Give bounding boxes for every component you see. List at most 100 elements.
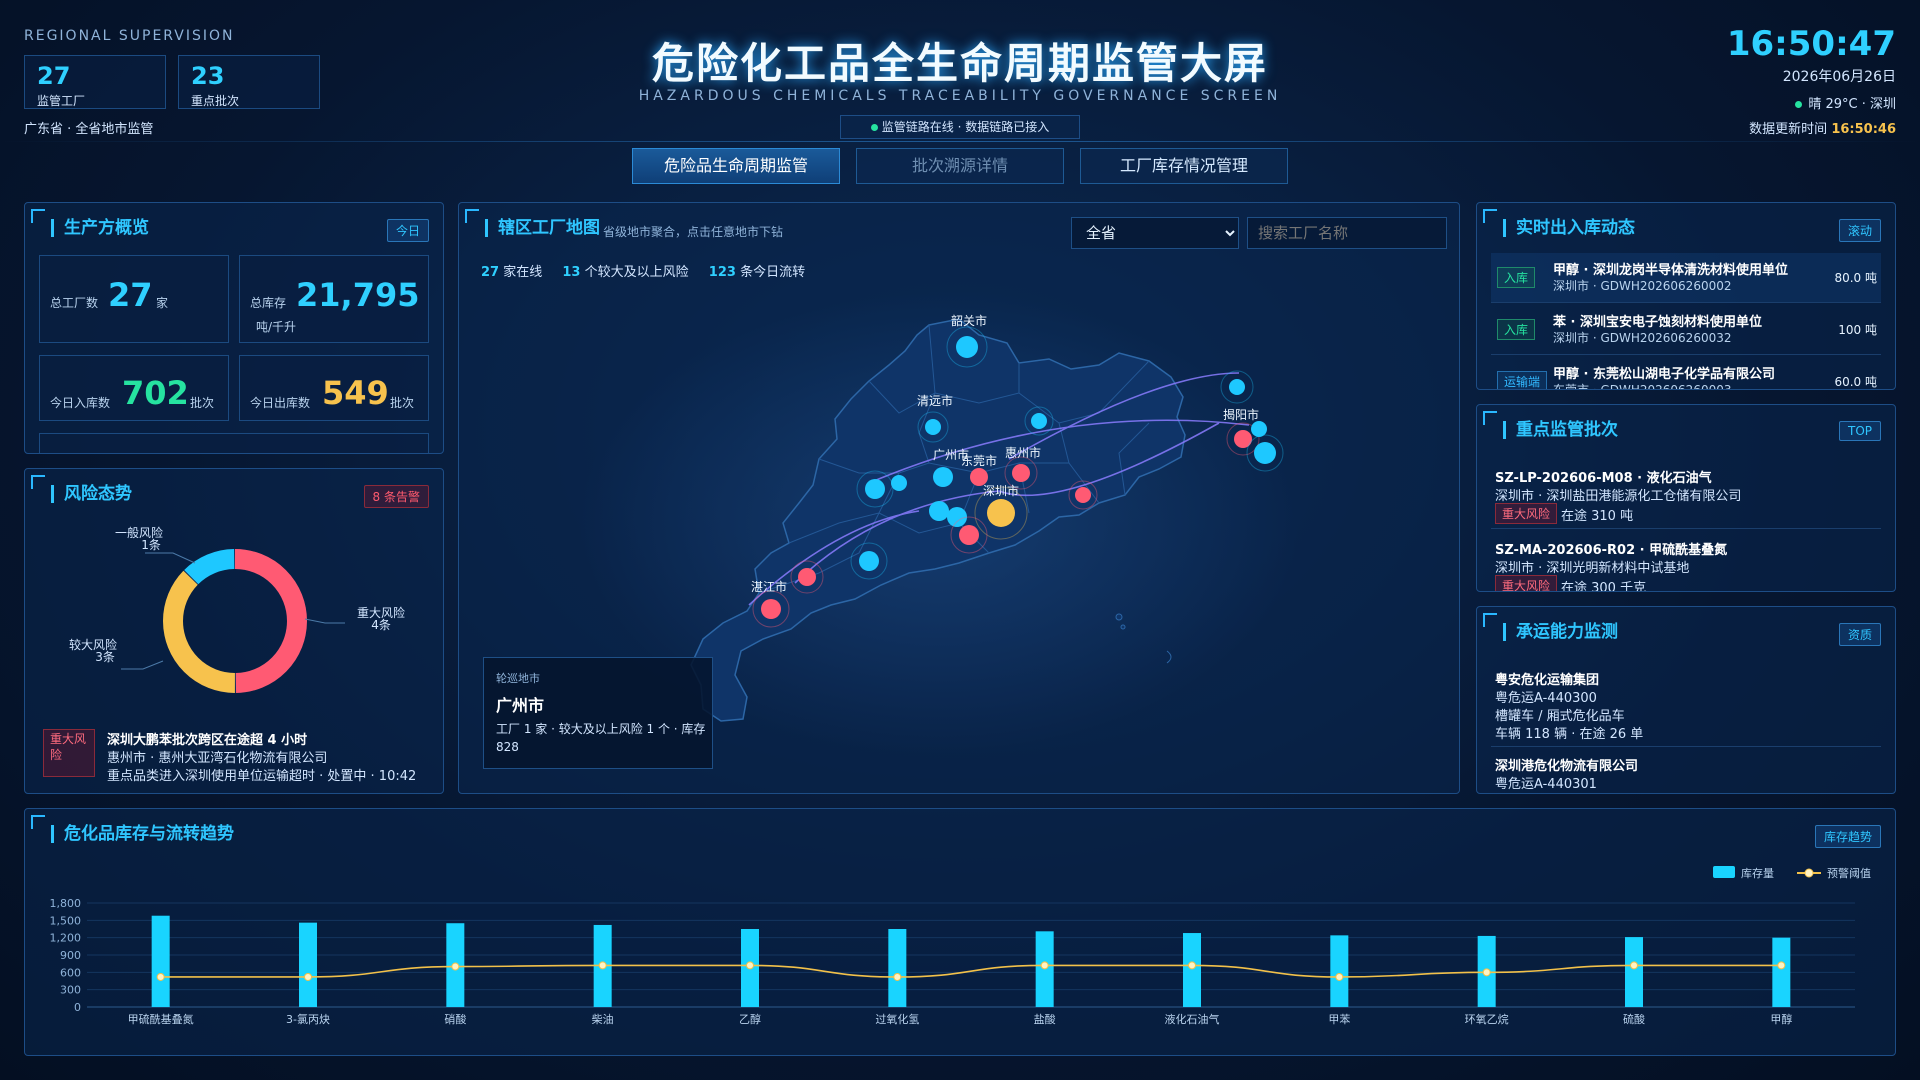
- key-batches-panel: 重点监管批次 TOP SZ-LP-202606-M08 · 液化石油气 深圳市 …: [1476, 404, 1896, 592]
- update-time: 数据更新时间 16:50:46: [1749, 118, 1896, 137]
- stat-label: 重点批次: [191, 94, 240, 108]
- stat-card-factories: 27 监管工厂: [24, 55, 166, 109]
- bar[interactable]: [1772, 937, 1791, 1007]
- legend-line-dot: [1804, 868, 1814, 878]
- factory-search-input[interactable]: [1247, 217, 1447, 249]
- threshold-point[interactable]: [1777, 961, 1786, 970]
- alert-item[interactable]: 重大风险 深圳大鹏苯批次跨区在途超 4 小时 惠州市 · 惠州大亚湾石化物流有限…: [39, 729, 431, 784]
- item-qty: 100 吨: [1838, 323, 1877, 337]
- bar[interactable]: [151, 915, 170, 1007]
- region-label: REGIONAL SUPERVISION: [24, 28, 235, 44]
- threshold-point[interactable]: [156, 972, 165, 981]
- threshold-point[interactable]: [1040, 961, 1049, 970]
- region-select[interactable]: 全省: [1071, 217, 1239, 249]
- x-tick-label: 甲醇: [1770, 1012, 1792, 1026]
- x-tick-label: 柴油: [592, 1012, 614, 1026]
- scope-label: 广东省 · 全省地市监管: [24, 122, 154, 137]
- threshold-point[interactable]: [451, 962, 460, 971]
- batch-status: 在途 300 千克: [1561, 581, 1647, 592]
- threshold-point[interactable]: [1335, 972, 1344, 981]
- list-item[interactable]: 入库 苯 · 深圳宝安电子蚀刻材料使用单位 深圳市 · GDWH20260626…: [1491, 305, 1881, 355]
- y-tick-label: 1,800: [50, 897, 82, 910]
- carrier-name: 深圳港危化物流有限公司: [1495, 759, 1639, 774]
- panel-title: 承运能力监测: [1503, 623, 1618, 641]
- bar[interactable]: [1330, 935, 1349, 1007]
- stat-unit: 家: [156, 296, 169, 310]
- stat-card-batches: 23 重点批次: [178, 55, 320, 109]
- batch-tag: 重大风险: [1495, 575, 1558, 591]
- legend-line-label: 预警阈值: [1827, 866, 1871, 880]
- item-title: 苯 · 深圳宝安电子蚀刻材料使用单位: [1553, 315, 1762, 330]
- map-hint: 省级地市聚合，点击任意地市下钻: [603, 225, 784, 239]
- today-badge[interactable]: 今日: [386, 219, 429, 242]
- bar[interactable]: [299, 922, 317, 1007]
- carrier-stats: 车辆 118 辆 · 在途 26 单: [1495, 727, 1644, 742]
- city-label-qingyuan: 清远市: [917, 393, 953, 408]
- stat-value: 549: [322, 374, 389, 412]
- carrier-license: 粤危运A-440301: [1495, 777, 1597, 792]
- list-item[interactable]: 运输端 甲醇 · 东莞松山湖电子化学品有限公司 东莞市 · GDWH202606…: [1491, 357, 1881, 390]
- link-status: 监管链路在线 · 数据链路已接入: [840, 115, 1080, 139]
- list-item[interactable]: 入库 甲醇 · 深圳龙岗半导体清洗材料使用单位 深圳市 · GDWH202606…: [1491, 253, 1881, 303]
- threshold-point[interactable]: [1630, 961, 1638, 970]
- marker-guangzhou[interactable]: [933, 467, 953, 487]
- batch-status: 在途 310 吨: [1561, 509, 1634, 524]
- marker-zhuhai[interactable]: [947, 507, 967, 527]
- list-item[interactable]: 粤安危化运输集团 粤危运A-440300 槽罐车 / 厢式危化品车 车辆 118…: [1491, 665, 1881, 747]
- legend-bar-swatch: [1713, 866, 1735, 878]
- license-badge[interactable]: 资质: [1838, 623, 1881, 646]
- trend-panel: 危化品库存与流转趋势 库存趋势 0 300 600 900 1,200 1,500 1,80…: [24, 808, 1896, 1056]
- label-major-count: 4条: [371, 618, 391, 632]
- panel-title: 实时出入库动态: [1503, 219, 1635, 237]
- threshold-point[interactable]: [893, 972, 902, 981]
- stat-value: 702: [122, 374, 189, 412]
- x-tick-label: 硫酸: [1623, 1012, 1645, 1026]
- risk-panel: 风险态势 8 条告警 一般风险 1条 重大风险 4条 较大风险 3条 重大风险 深圳大…: [24, 468, 444, 794]
- threshold-point[interactable]: [1188, 961, 1196, 970]
- header-divider: [0, 141, 1920, 142]
- tab-factory-stock[interactable]: 工厂库存情况管理: [1080, 148, 1288, 184]
- marker-zhongshan[interactable]: [929, 501, 949, 521]
- tab-batch-trace[interactable]: 批次溯源详情: [856, 148, 1064, 184]
- y-tick-label: 1,500: [50, 914, 82, 927]
- threshold-point[interactable]: [1482, 968, 1491, 977]
- city-label-shaoguan: 韶关市: [951, 313, 987, 328]
- transport-panel: 承运能力监测 资质 粤安危化运输集团 粤危运A-440300 槽罐车 / 厢式危…: [1476, 606, 1896, 794]
- threshold-line: [160, 964, 1782, 978]
- risk-donut: [163, 549, 307, 693]
- list-item[interactable]: 深圳港危化物流有限公司 粤危运A-440301 压力罐车 / 公路联运: [1491, 751, 1881, 793]
- threshold-point[interactable]: [304, 972, 312, 981]
- item-sub: 东莞市 · GDWH202606260003: [1553, 383, 1732, 390]
- threshold-point[interactable]: [598, 961, 607, 970]
- x-tick-label: 乙醇: [739, 1012, 761, 1026]
- total-factories-card: 总工厂数 27 家: [39, 255, 229, 343]
- bar[interactable]: [1183, 933, 1201, 1007]
- bar[interactable]: [1625, 937, 1643, 1007]
- city-label-huizhou: 惠州市: [1005, 445, 1041, 460]
- x-tick-label: 3-氯丙炔: [286, 1012, 330, 1026]
- stat-unit: 吨/千升: [256, 320, 297, 334]
- scroll-badge[interactable]: 滚动: [1838, 219, 1881, 242]
- batch-title: SZ-LP-202606-M08 · 液化石油气: [1495, 471, 1712, 486]
- panel-title: 重点监管批次: [1503, 421, 1618, 439]
- list-item[interactable]: SZ-MA-202606-R02 · 甲硫酰基叠氮 深圳市 · 深圳光明新材料中…: [1491, 535, 1881, 592]
- list-item[interactable]: SZ-LP-202606-M08 · 液化石油气 深圳市 · 深圳盐田港能源化工…: [1491, 463, 1881, 529]
- y-tick-label: 600: [60, 966, 81, 979]
- tooltip-city: 广州市: [496, 696, 545, 715]
- item-tag: 入库: [1497, 267, 1536, 288]
- tab-lifecycle[interactable]: 危险品生命周期监管: [632, 148, 840, 184]
- alert-count-badge[interactable]: 8 条告警: [363, 485, 429, 508]
- stat-value: 21,795: [296, 276, 420, 314]
- item-tag: 运输端: [1497, 371, 1548, 389]
- map-panel: 辖区工厂地图 省级地市聚合，点击任意地市下钻 全省 27 家在线 13 个较大及…: [458, 202, 1460, 794]
- clock: 16:50:47: [1726, 24, 1896, 64]
- trend-chart: 0 300 600 900 1,200 1,500 1,800 甲硫酰基叠氮 3-氯丙炔 硝酸 柴油…: [50, 866, 1871, 1026]
- total-stock-card: 总库存 21,795 吨/千升: [239, 255, 429, 343]
- threshold-point[interactable]: [746, 961, 754, 970]
- label-major: 重大风险 4条: [357, 607, 405, 631]
- bar[interactable]: [888, 929, 907, 1007]
- online-dot-icon: [870, 124, 878, 131]
- label-general-count: 1条: [141, 538, 161, 552]
- overflow-card: [39, 433, 429, 453]
- top-badge[interactable]: TOP: [1838, 421, 1881, 441]
